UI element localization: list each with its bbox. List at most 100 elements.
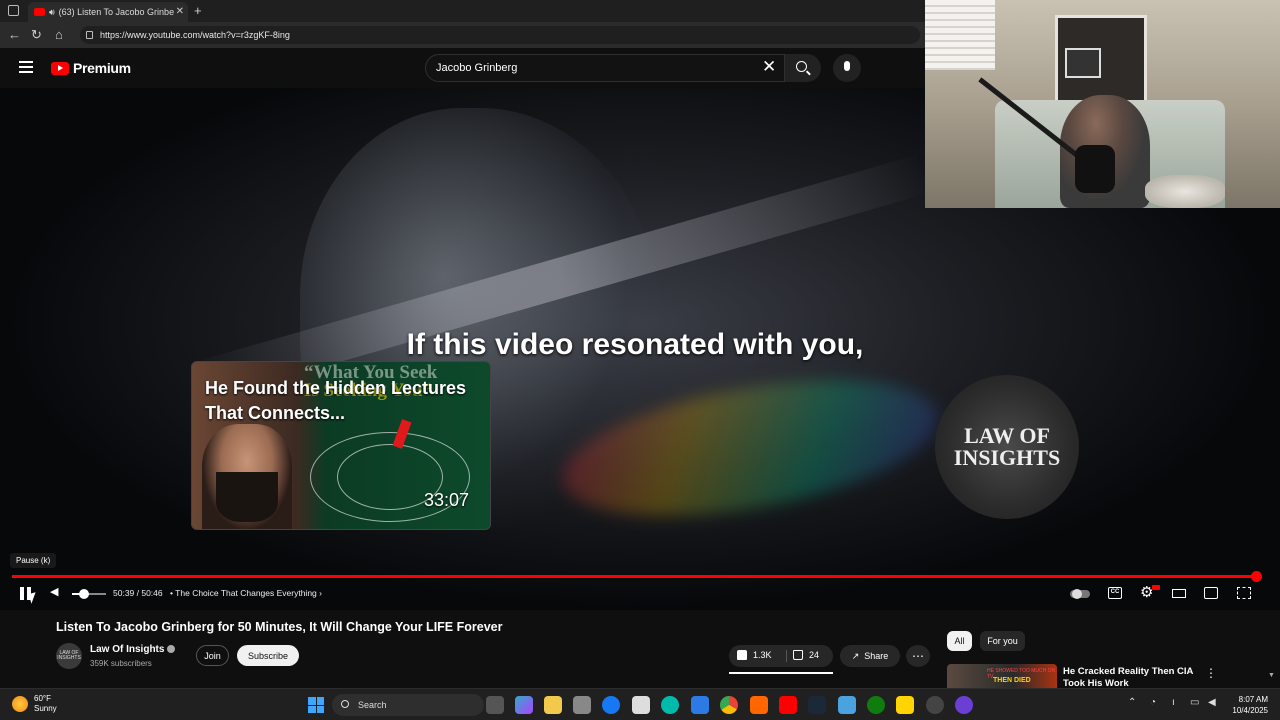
logo-text: Premium [73, 60, 131, 76]
url-text: https://www.youtube.com/watch?v=r3zgKF-8… [100, 30, 290, 40]
back-arrow-icon[interactable]: ← [8, 27, 21, 42]
chip-all[interactable]: All [947, 631, 972, 651]
taskbar-search-label: Search [358, 700, 387, 710]
scroll-arrow-icon[interactable]: ▼ [1268, 672, 1276, 680]
search-button[interactable] [785, 54, 821, 82]
xbox-icon[interactable] [867, 696, 885, 714]
recommended-thumbnail[interactable]: HE SHOWED TOO MUCH ON TV THEN DIED [947, 664, 1057, 688]
speaker-tray-icon[interactable]: ◀ [1208, 697, 1216, 708]
channel-name[interactable]: Law Of Insights [90, 644, 176, 655]
home-icon[interactable]: ⌂ [55, 27, 63, 42]
autoplay-toggle[interactable] [1070, 589, 1090, 599]
webcam-plush [1145, 175, 1225, 208]
like-button[interactable]: 1.3K [737, 650, 772, 660]
clock-date: 10/4/2025 [1232, 706, 1268, 715]
captions-icon[interactable]: CC [1108, 587, 1122, 599]
lock-icon [86, 31, 93, 39]
search-input[interactable]: Jacobo Grinberg [425, 54, 785, 82]
chrome-icon[interactable] [720, 696, 738, 714]
store-icon[interactable] [573, 696, 591, 714]
time-display: 50:39 / 50:46 [113, 588, 163, 598]
clock[interactable]: 8:07 AM 10/4/2025 [1226, 694, 1268, 716]
tray-overflow-icon[interactable]: ⌃ [1128, 697, 1136, 708]
youtube-app-icon[interactable] [779, 696, 797, 714]
recommended-title[interactable]: He Cracked Reality Then CIA Took His Wor… [1063, 666, 1203, 688]
recommended-more-icon[interactable]: ⋮ [1205, 666, 1217, 680]
progress-bar[interactable] [12, 575, 1256, 578]
fullscreen-icon[interactable] [1237, 587, 1251, 599]
tray-app-icon[interactable]: ◔ [1150, 697, 1156, 708]
network-icon[interactable]: ▭ [1190, 697, 1199, 708]
join-button[interactable]: Join [196, 645, 229, 666]
amazon-icon[interactable] [632, 696, 650, 714]
voice-search-button[interactable] [833, 54, 861, 82]
subscribe-button[interactable]: Subscribe [237, 645, 299, 666]
channel-watermark[interactable]: LAW OF INSIGHTS [935, 375, 1079, 519]
like-count: 1.3K [753, 650, 772, 660]
app-icon-orange[interactable] [750, 696, 768, 714]
watermark-line2: INSIGHTS [953, 445, 1061, 470]
card-duration: 33:07 [424, 490, 470, 510]
browser-tab[interactable]: 🔊︎ (63) Listen To Jacobo Grinbe ✕ [28, 2, 188, 22]
clock-time: 8:07 AM [1238, 695, 1268, 704]
tab-actions-icon[interactable] [8, 5, 19, 16]
volume-icon[interactable]: ◀ [50, 585, 64, 603]
cast-icon[interactable] [1204, 587, 1218, 599]
share-button[interactable]: ↗ Share [840, 645, 900, 667]
facebook-icon[interactable] [602, 696, 620, 714]
menu-icon[interactable] [19, 61, 33, 73]
tab-title: (63) Listen To Jacobo Grinbe [58, 7, 175, 17]
theater-mode-icon[interactable] [1172, 589, 1186, 598]
weather-temp: 60°F [34, 694, 51, 703]
like-divider [786, 650, 787, 662]
edge-icon[interactable] [661, 696, 679, 714]
copilot-icon[interactable] [515, 696, 533, 714]
reload-icon[interactable]: ↻ [31, 27, 42, 43]
webcam-overlay [925, 0, 1280, 208]
hd-badge [1152, 585, 1160, 590]
taskbar-search[interactable]: Search [332, 694, 484, 716]
end-screen-video-card[interactable]: “What You Seek Is Seeking You” He Found … [191, 361, 491, 530]
dislike-button[interactable]: 24 [793, 650, 819, 660]
clear-search-icon[interactable]: ✕ [762, 58, 776, 75]
app-icon-purple[interactable] [955, 696, 973, 714]
url-field[interactable]: https://www.youtube.com/watch?v=r3zgKF-8… [80, 26, 920, 44]
calculator-icon[interactable] [691, 696, 709, 714]
file-explorer-icon[interactable] [544, 696, 562, 714]
close-tab-icon[interactable]: ✕ [176, 6, 184, 17]
steam-icon[interactable] [808, 696, 826, 714]
weather-desc: Sunny [34, 704, 57, 713]
taskbar-search-icon [341, 700, 349, 708]
weather-widget[interactable]: 60°F Sunny [12, 694, 57, 714]
more-actions-icon[interactable]: ⋯ [906, 645, 930, 667]
chip-for-you[interactable]: For you [980, 631, 1025, 651]
card-person-beard [216, 472, 278, 522]
task-view-icon[interactable] [486, 696, 504, 714]
subscriber-count: 359K subscribers [90, 659, 152, 668]
dislike-count: 24 [809, 650, 820, 660]
obs-icon[interactable] [926, 696, 944, 714]
card-title: He Found the Hidden Lectures That Connec… [205, 378, 467, 423]
rec-thumb-text: THEN DIED [993, 677, 1031, 684]
pause-tooltip: Pause (k) [10, 553, 57, 568]
volume-knob[interactable] [79, 589, 89, 599]
thumbs-up-icon [737, 650, 747, 660]
speaker-icon[interactable]: 🔊︎ [49, 7, 55, 18]
tray-mic-icon[interactable]: ı [1172, 697, 1175, 708]
video-title: Listen To Jacobo Grinberg for 50 Minutes… [56, 620, 503, 634]
youtube-logo[interactable]: Premium [51, 60, 131, 76]
windows-start-icon[interactable] [308, 697, 324, 713]
new-tab-button[interactable]: + [194, 3, 202, 18]
share-icon: ↗ [851, 650, 860, 661]
sticky-notes-icon[interactable] [896, 696, 914, 714]
verified-icon [167, 645, 176, 654]
windows-taskbar: 60°F Sunny Search ⌃ ◔ ı ▭ ◀ 8:07 AM 10/4… [0, 688, 1280, 720]
search-value: Jacobo Grinberg [436, 62, 518, 74]
app-icon-blue[interactable] [838, 696, 856, 714]
chapter-title[interactable]: • The Choice That Changes Everything › [170, 588, 322, 598]
video-caption: If this video resonated with you, [406, 328, 864, 361]
channel-avatar[interactable]: LAW OF INSIGHTS [56, 643, 82, 669]
scrubber-handle[interactable] [1251, 571, 1262, 582]
watermark-line1: LAW OF [964, 423, 1050, 448]
webcam-microphone [1075, 145, 1115, 193]
